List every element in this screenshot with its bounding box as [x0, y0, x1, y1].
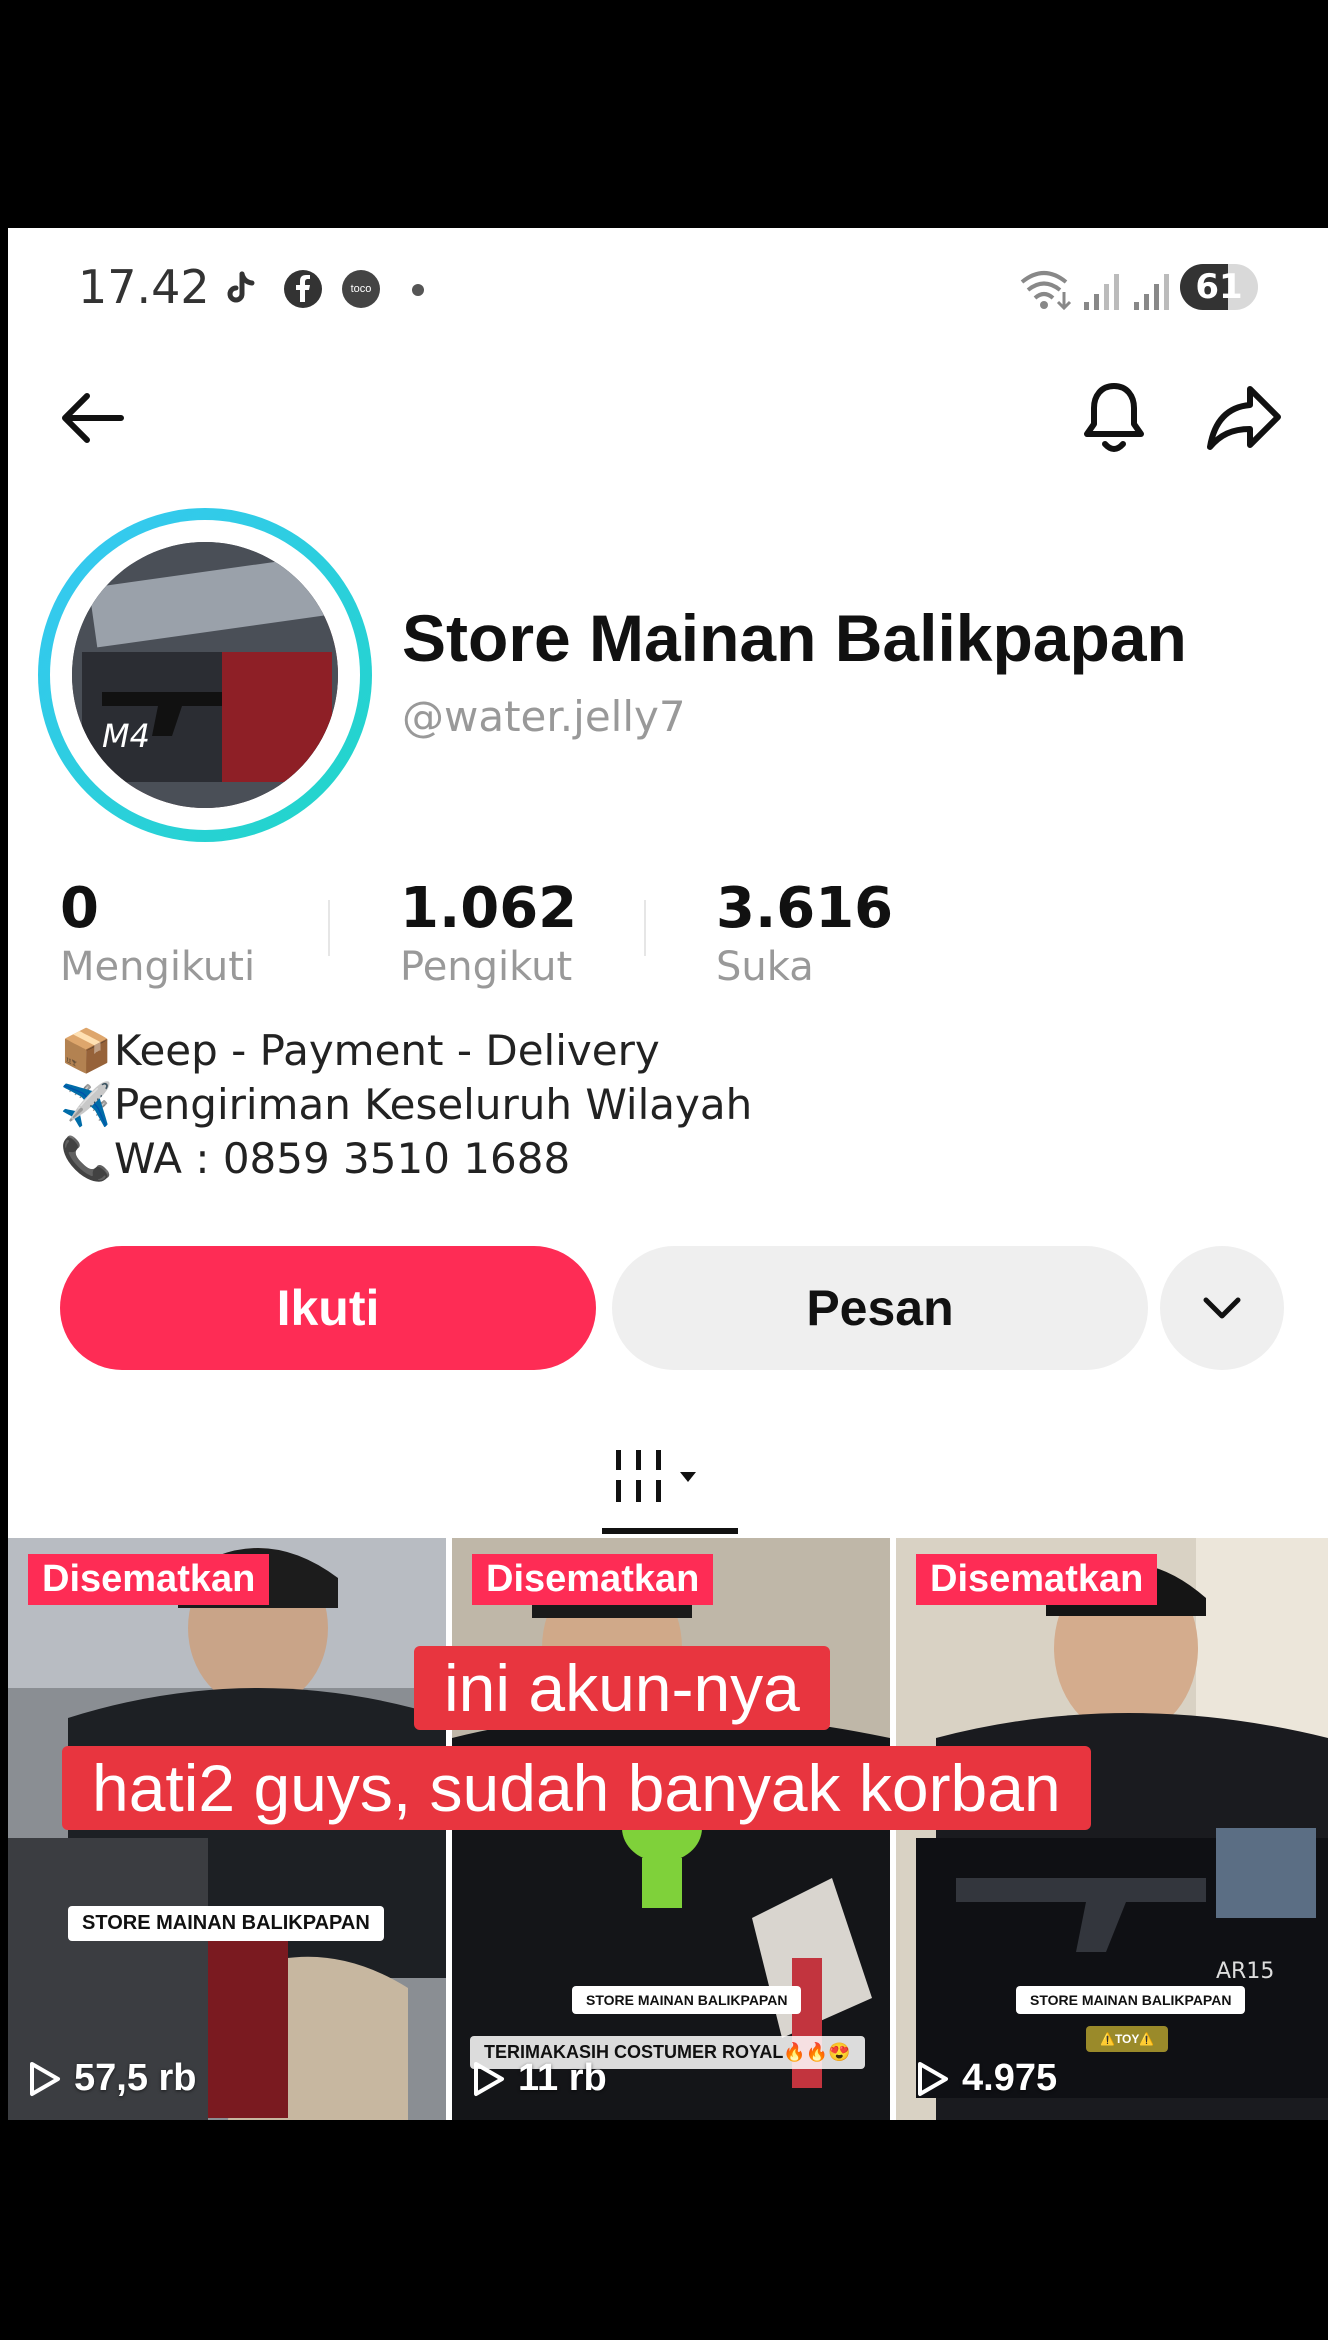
profile-handle: @water.jelly7 — [402, 692, 686, 741]
share-button[interactable] — [1204, 378, 1284, 458]
likes-count: 3.616 — [716, 876, 894, 941]
message-button[interactable]: Pesan — [612, 1246, 1148, 1370]
video-store-label: STORE MAINAN BALIKPAPAN — [1016, 1986, 1246, 2014]
view-count: 11 rb — [472, 2057, 607, 2100]
play-icon — [474, 2061, 504, 2096]
bio-line: 📦Keep - Payment - Delivery — [60, 1026, 660, 1076]
video-sub-label: ⚠️TOY⚠️ — [1086, 2026, 1169, 2052]
phone-screen: 17.42 toco 61 M4 Store Mainan Balikpapan… — [8, 228, 1328, 2120]
avatar[interactable]: M4 — [38, 508, 372, 842]
bio-text: WA : 0859 3510 1688 — [114, 1134, 571, 1183]
chevron-down-icon — [1203, 1297, 1241, 1319]
bell-icon — [1084, 383, 1144, 452]
svg-text:M4: M4 — [102, 717, 150, 755]
pinned-badge: Disematkan — [472, 1554, 714, 1605]
view-count-text: 4.975 — [962, 2057, 1058, 2099]
signal-icon — [1082, 268, 1122, 317]
box-text: AR15 — [1216, 1959, 1274, 1984]
view-count: 57,5 rb — [28, 2057, 197, 2100]
view-count-text: 57,5 rb — [74, 2057, 197, 2099]
pinned-badge: Disematkan — [916, 1554, 1158, 1605]
avatar-image: M4 — [72, 542, 338, 808]
airplane-icon: ✈️ — [60, 1080, 113, 1129]
follow-button[interactable]: Ikuti — [60, 1246, 596, 1370]
dot-icon — [412, 284, 424, 296]
toco-icon: toco — [342, 270, 380, 308]
following-count: 0 — [60, 876, 99, 941]
video-store-label: STORE MAINAN BALIKPAPAN — [68, 1906, 384, 1941]
share-icon — [1207, 386, 1281, 450]
signal-icon — [1132, 268, 1172, 317]
bio-text: Pengiriman Keseluruh Wilayah — [114, 1080, 753, 1129]
notification-button[interactable] — [1074, 378, 1154, 458]
overlay-caption-line1: ini akun-nya — [414, 1646, 830, 1730]
wifi-icon — [1018, 268, 1074, 317]
likes-label: Suka — [716, 944, 814, 990]
view-count-text: 11 rb — [518, 2057, 607, 2099]
stat-divider — [644, 900, 646, 956]
back-button[interactable] — [52, 378, 132, 458]
profile-name: Store Mainan Balikpapan — [402, 601, 1187, 675]
bio-text: Keep - Payment - Delivery — [114, 1026, 660, 1075]
phone-icon: 📞 — [60, 1134, 113, 1183]
overlay-caption-line2: hati2 guys, sudah banyak korban — [62, 1746, 1091, 1830]
stat-divider — [328, 900, 330, 956]
more-button[interactable] — [1160, 1246, 1284, 1370]
battery-indicator: 61 — [1180, 264, 1258, 310]
tiktok-icon — [220, 268, 260, 308]
play-icon — [30, 2061, 60, 2096]
play-icon — [918, 2061, 948, 2096]
grid-icon — [616, 1450, 696, 1502]
following-label: Mengikuti — [60, 944, 256, 990]
pinned-badge: Disematkan — [28, 1554, 270, 1605]
video-store-label: STORE MAINAN BALIKPAPAN — [572, 1986, 802, 2014]
arrow-left-icon — [62, 393, 124, 443]
tab-videos[interactable] — [600, 1436, 720, 1516]
bio-line: ✈️Pengiriman Keseluruh Wilayah — [60, 1080, 752, 1130]
battery-level: 61 — [1195, 267, 1243, 307]
tab-active-indicator — [602, 1528, 738, 1534]
facebook-icon — [284, 270, 322, 308]
package-icon: 📦 — [60, 1026, 113, 1075]
status-time: 17.42 — [78, 260, 210, 314]
followers-count: 1.062 — [400, 876, 578, 941]
followers-label: Pengikut — [400, 944, 573, 990]
view-count: 4.975 — [916, 2057, 1057, 2100]
bio-line: 📞WA : 0859 3510 1688 — [60, 1134, 570, 1184]
